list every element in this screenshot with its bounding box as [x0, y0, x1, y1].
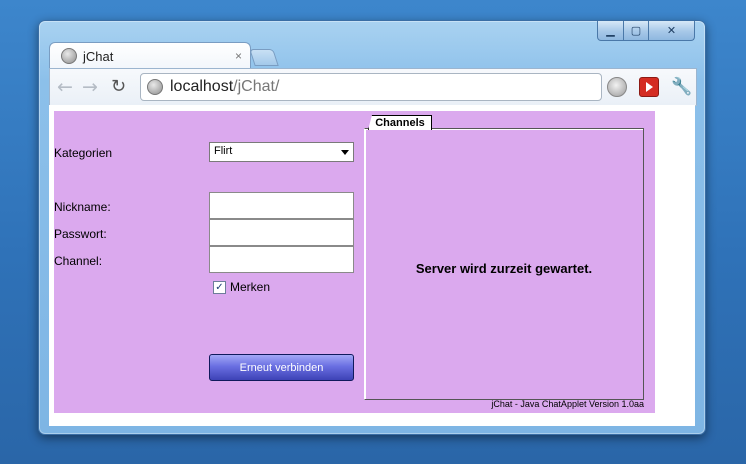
address-bar[interactable]: localhost/jChat/	[140, 73, 602, 101]
youtube-icon[interactable]	[639, 77, 659, 97]
nickname-input[interactable]	[209, 192, 354, 219]
merken-label: Merken	[230, 280, 271, 294]
channel-label: Channel:	[54, 254, 103, 268]
passwort-input[interactable]	[209, 219, 354, 246]
kategorie-select[interactable]: Flirt	[209, 142, 354, 162]
forward-icon[interactable]: →	[82, 76, 98, 98]
browser-window: ▁ ▢ ✕ jChat × ← → ↻ localhost/jChat/ 🔧 K…	[38, 20, 706, 435]
window-controls: ▁ ▢ ✕	[597, 21, 695, 41]
tab-channels[interactable]: Channels	[368, 115, 432, 130]
passwort-label: Passwort:	[54, 227, 107, 241]
merken-checkbox[interactable]: ✓	[213, 281, 226, 294]
chevron-down-icon	[341, 150, 349, 155]
tab-jchat[interactable]: jChat ×	[49, 42, 251, 69]
channel-input[interactable]	[209, 246, 354, 273]
tab-title: jChat	[83, 48, 114, 64]
wrench-icon[interactable]: 🔧	[671, 77, 692, 97]
reload-icon[interactable]: ↻	[111, 76, 126, 97]
page-viewport: Kategorien Flirt Nickname: Passwort: Cha…	[49, 105, 695, 426]
page-icon	[147, 79, 163, 95]
new-tab-button[interactable]	[249, 49, 279, 66]
address-url: localhost/jChat/	[170, 78, 280, 95]
tab-close-icon[interactable]: ×	[235, 49, 242, 63]
back-icon[interactable]: ←	[57, 76, 73, 98]
download-icon[interactable]	[607, 77, 627, 97]
jchat-applet: Kategorien Flirt Nickname: Passwort: Cha…	[54, 111, 655, 413]
browser-toolbar: ← → ↻ localhost/jChat/ 🔧	[49, 68, 697, 106]
kategorien-label: Kategorien	[54, 146, 113, 160]
version-label: jChat - Java ChatApplet Version 1.0aa	[491, 399, 644, 409]
globe-icon	[61, 48, 77, 64]
minimize-button[interactable]: ▁	[597, 21, 624, 41]
erneut-verbinden-button[interactable]: Erneut verbinden	[209, 354, 354, 381]
channels-panel: Server wird zurzeit gewartet.	[364, 128, 644, 400]
server-message: Server wird zurzeit gewartet.	[415, 261, 593, 276]
maximize-button[interactable]: ▢	[624, 21, 649, 41]
close-window-button[interactable]: ✕	[649, 21, 695, 41]
kategorie-value: Flirt	[214, 145, 233, 157]
nickname-label: Nickname:	[54, 200, 111, 214]
